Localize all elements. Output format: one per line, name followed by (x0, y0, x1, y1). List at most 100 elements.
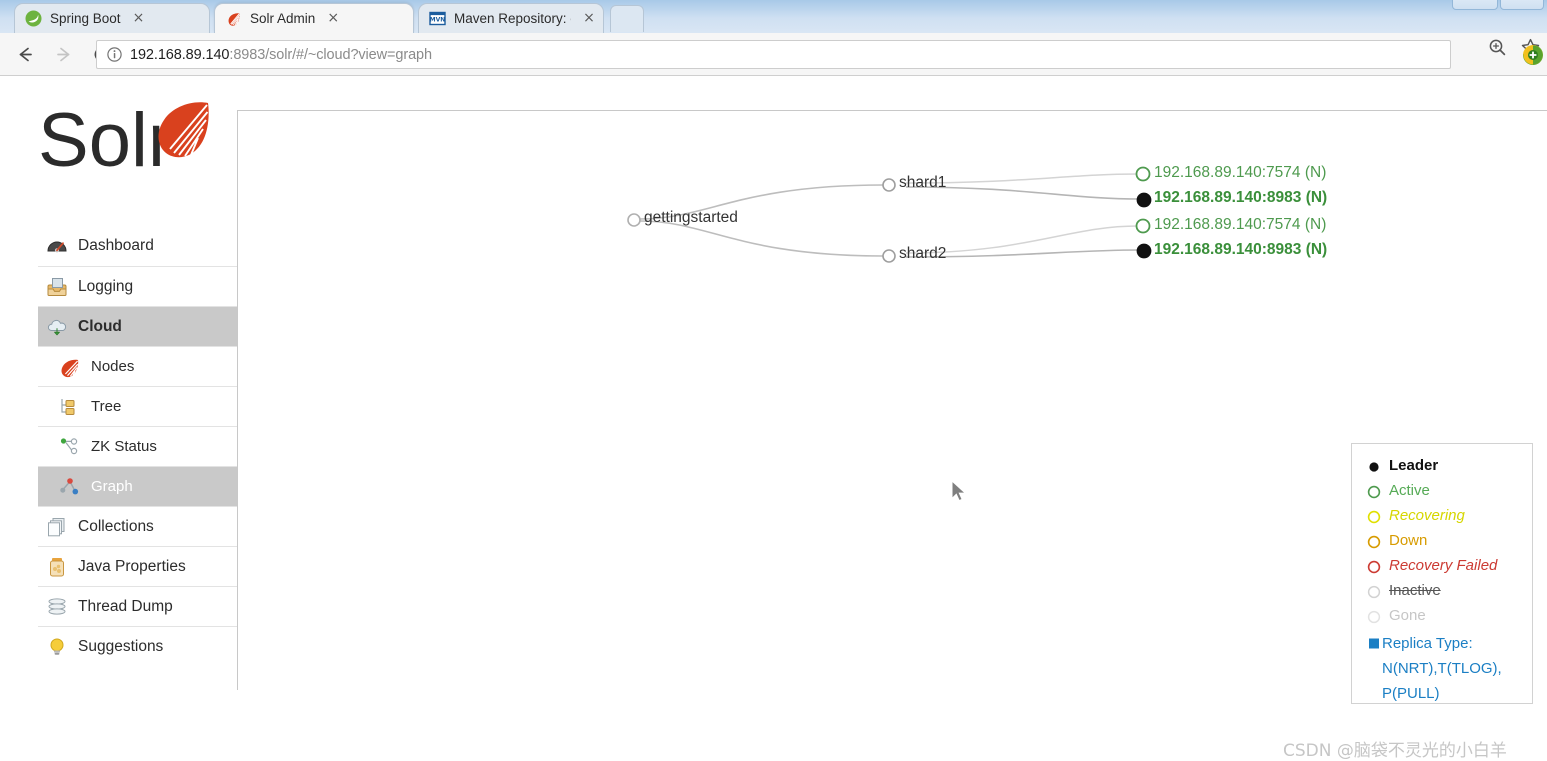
graph-node-shard1[interactable] (882, 178, 896, 192)
filled-black-dot-icon (1366, 459, 1382, 475)
green-circle-icon (1366, 484, 1382, 500)
graph-label-collection[interactable]: gettingstarted (644, 209, 738, 227)
tab-close-icon[interactable]: × (131, 10, 147, 27)
red-circle-icon (1366, 559, 1382, 575)
sidebar-nav: Dashboard Logging Cloud Nodes Tree ZK St… (38, 226, 237, 666)
window-close-button[interactable] (1500, 0, 1544, 10)
orange-circle-icon (1366, 534, 1382, 550)
legend-replica-type-line3: P(PULL) (1382, 685, 1440, 702)
blue-square-icon (1366, 635, 1382, 651)
sidebar-item-zk-status[interactable]: ZK Status (38, 426, 237, 466)
collections-icon (46, 516, 68, 538)
sidebar-item-logging[interactable]: Logging (38, 266, 237, 306)
page-body: Solr Dashboard Logging Cloud Nodes Tree … (0, 76, 1547, 761)
graph-node-shard2[interactable] (882, 249, 896, 263)
legend-label: Gone (1389, 607, 1426, 624)
browser-tab-solr-admin[interactable]: Solr Admin × (214, 3, 414, 33)
address-bar[interactable]: 192.168.89.140:8983/solr/#/~cloud?view=g… (96, 40, 1451, 69)
browser-tab-title: Solr Admin (250, 11, 316, 26)
legend-row-leader: Leader (1366, 456, 1532, 481)
graph-label-replica-leader[interactable]: 192.168.89.140:8983 (N) (1154, 189, 1327, 207)
legend-row-inactive: Inactive (1366, 581, 1532, 606)
sidebar-item-label: Cloud (78, 317, 122, 335)
mouse-cursor (951, 479, 969, 505)
legend-row-active: Active (1366, 481, 1532, 506)
zk-status-icon (59, 436, 81, 458)
graph-node-replica-leader[interactable] (1136, 243, 1152, 259)
sidebar-item-label: Thread Dump (78, 597, 173, 615)
browser-tab-maven-repository[interactable]: MVN Maven Repository: org × (418, 3, 604, 33)
legend-row-gone: Gone (1366, 606, 1532, 631)
legend-label: Inactive (1389, 582, 1441, 599)
browser-tab-spring-boot[interactable]: Spring Boot × (14, 3, 210, 33)
sidebar-item-graph[interactable]: Graph (38, 466, 237, 506)
cloud-graph-panel: gettingstarted shard1 shard2 192.168.89.… (237, 110, 1547, 704)
suggestions-bulb-icon (46, 636, 68, 658)
graph-icon (59, 476, 81, 498)
solr-sunburst-icon (225, 10, 242, 27)
legend-replica-type-line2: N(NRT),T(TLOG), (1382, 660, 1502, 677)
sidebar: Solr Dashboard Logging Cloud Nodes Tree … (0, 76, 237, 690)
graph-label-replica-leader[interactable]: 192.168.89.140:8983 (N) (1154, 241, 1327, 259)
sidebar-item-label: Tree (91, 398, 122, 415)
dashboard-gauge-icon (46, 235, 68, 257)
sidebar-item-suggestions[interactable]: Suggestions (38, 626, 237, 666)
graph-label-replica[interactable]: 192.168.89.140:7574 (N) (1154, 216, 1326, 234)
zoom-magnifier-icon[interactable] (1487, 37, 1508, 63)
sidebar-item-collections[interactable]: Collections (38, 506, 237, 546)
gray-circle-icon (1366, 584, 1382, 600)
sidebar-item-thread-dump[interactable]: Thread Dump (38, 586, 237, 626)
graph-node-replica-active[interactable] (1135, 218, 1151, 234)
sidebar-item-label: Java Properties (78, 557, 186, 575)
legend-replica-type-text: Replica Type: N(NRT),T(TLOG), P(PULL) (1382, 631, 1502, 706)
new-tab-button[interactable] (610, 5, 644, 32)
sidebar-item-cloud[interactable]: Cloud (38, 306, 237, 346)
java-properties-icon (46, 556, 68, 578)
browser-tab-title: Spring Boot (50, 11, 121, 26)
spring-leaf-icon (25, 10, 42, 27)
sidebar-item-label: Logging (78, 277, 134, 295)
nodes-sunburst-icon (59, 356, 81, 378)
legend-label: Recovering (1389, 507, 1465, 524)
sidebar-item-label: Graph (91, 478, 133, 495)
address-bar-url: 192.168.89.140:8983/solr/#/~cloud?view=g… (130, 47, 432, 63)
sidebar-item-label: Suggestions (78, 637, 164, 655)
legend-row-recovering: Recovering (1366, 506, 1532, 531)
tab-close-icon[interactable]: × (581, 10, 597, 27)
sidebar-item-label: Dashboard (78, 237, 154, 254)
graph-node-collection[interactable] (627, 213, 641, 227)
url-host: 192.168.89.140 (130, 46, 230, 63)
solr-logo[interactable]: Solr (38, 98, 218, 184)
back-arrow-icon[interactable] (8, 37, 42, 71)
window-maximize-button[interactable] (1452, 0, 1498, 10)
extension-icon[interactable] (1523, 45, 1543, 65)
sidebar-item-tree[interactable]: Tree (38, 386, 237, 426)
faint-gray-circle-icon (1366, 609, 1382, 625)
legend-label: Active (1389, 482, 1430, 499)
browser-chrome: Spring Boot × Solr Admin × MVN Maven Rep… (0, 0, 1547, 76)
legend-label: Leader (1389, 457, 1439, 474)
sidebar-item-nodes[interactable]: Nodes (38, 346, 237, 386)
graph-node-replica-leader[interactable] (1136, 192, 1152, 208)
browser-tab-title: Maven Repository: org (454, 11, 571, 26)
legend-label: Recovery Failed (1389, 557, 1498, 574)
cloud-icon (46, 316, 68, 338)
page-info-icon[interactable] (106, 46, 123, 63)
graph-node-replica-active[interactable] (1135, 166, 1151, 182)
thread-dump-icon (46, 596, 68, 618)
graph-label-shard1[interactable]: shard1 (899, 174, 946, 192)
legend-row-recovery-failed: Recovery Failed (1366, 556, 1532, 581)
graph-label-shard2[interactable]: shard2 (899, 245, 946, 263)
sidebar-item-java-properties[interactable]: Java Properties (38, 546, 237, 586)
svg-text:Solr: Solr (38, 98, 173, 183)
graph-label-replica[interactable]: 192.168.89.140:7574 (N) (1154, 164, 1326, 182)
csdn-watermark: CSDN @脑袋不灵光的小白羊 (1283, 741, 1507, 761)
tab-close-icon[interactable]: × (325, 10, 341, 27)
sidebar-item-dashboard[interactable]: Dashboard (38, 226, 237, 266)
legend-row-replica-type: Replica Type: N(NRT),T(TLOG), P(PULL) (1366, 631, 1532, 706)
forward-arrow-icon (46, 37, 80, 71)
graph-legend: Leader Active Recovering Down Recovery F… (1351, 443, 1533, 704)
maven-icon: MVN (429, 10, 446, 27)
sidebar-item-label: Nodes (91, 358, 135, 375)
logging-tray-icon (46, 276, 68, 298)
